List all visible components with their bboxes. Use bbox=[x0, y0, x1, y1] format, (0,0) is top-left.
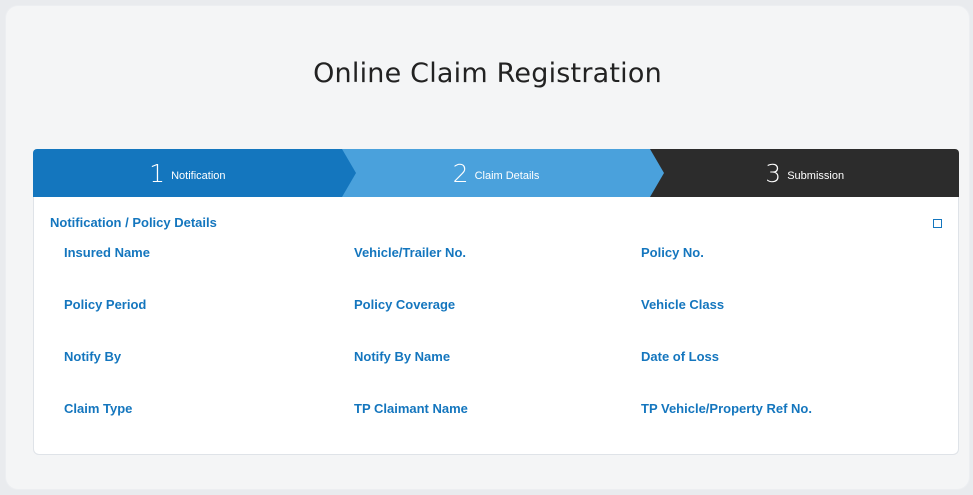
wizard-step-notification[interactable]: 1 Notification bbox=[33, 149, 356, 197]
field-claim-type: Claim Type bbox=[64, 401, 133, 416]
wizard-step-claim-details[interactable]: 2 Claim Details bbox=[341, 149, 665, 197]
wizard-progress: 1 Notification 2 Claim Details 3 Submiss… bbox=[33, 149, 959, 197]
step-label: Claim Details bbox=[474, 170, 540, 182]
field-tp-vehicle-property-ref-no: TP Vehicle/Property Ref No. bbox=[641, 401, 812, 416]
step-number: 3 bbox=[765, 158, 782, 188]
wizard-step-submission[interactable]: 3 Submission bbox=[650, 149, 959, 197]
field-policy-coverage: Policy Coverage bbox=[354, 297, 456, 312]
field-insured-name: Insured Name bbox=[64, 245, 150, 260]
step-label: Submission bbox=[787, 170, 845, 182]
field-vehicle-trailer-no: Vehicle/Trailer No. bbox=[354, 245, 466, 260]
page-container: Online Claim Registration 1 Notification… bbox=[6, 6, 969, 489]
policy-details-card: Notification / Policy Details Insured Na… bbox=[33, 197, 959, 455]
field-notify-by-name: Notify By Name bbox=[354, 349, 451, 364]
section-title: Notification / Policy Details bbox=[50, 215, 217, 230]
field-notify-by: Notify By bbox=[64, 349, 122, 364]
step-label: Notification bbox=[171, 170, 226, 182]
field-tp-claimant-name: TP Claimant Name bbox=[354, 401, 468, 416]
field-policy-period: Policy Period bbox=[64, 297, 147, 312]
field-grid: Insured Name Vehicle/Trailer No. Policy … bbox=[64, 245, 944, 453]
field-vehicle-class: Vehicle Class bbox=[641, 297, 725, 312]
step-number: 1 bbox=[149, 158, 166, 188]
field-date-of-loss: Date of Loss bbox=[641, 349, 720, 364]
step-number: 2 bbox=[452, 158, 469, 188]
field-policy-no: Policy No. bbox=[641, 245, 704, 260]
page-title: Online Claim Registration bbox=[313, 58, 662, 90]
square-outline-icon[interactable] bbox=[933, 219, 942, 228]
